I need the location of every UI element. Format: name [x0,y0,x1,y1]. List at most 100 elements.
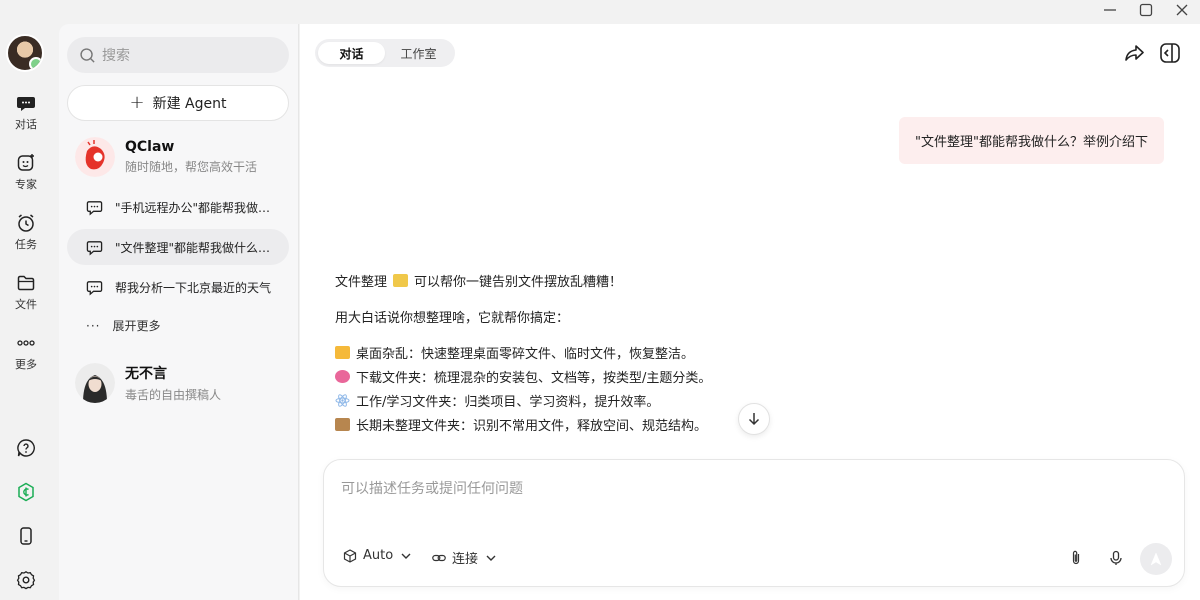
alarm-clock-icon [18,214,34,232]
toggle-panel-button[interactable] [1158,41,1182,65]
close-icon [1176,4,1188,16]
credits-button[interactable] [0,482,52,502]
conversation-title: "文件整理"都能帮我做什么？举例介绍下 [115,240,273,255]
reply-bullet-text: 下载文件夹：梳理混杂的安装包、文档等，按类型/主题分类。 [356,370,712,386]
agent-qclaw[interactable]: QClaw 随时随地，帮您高效干活 [75,137,257,177]
rail-label-expert: 专家 [15,178,37,191]
reply-bullet: 长期未整理文件夹：识别不常用文件，释放空间、规范结构。 [335,412,765,436]
folder-icon [17,275,35,291]
left-rail: 对话 专家 任务 文件 更多 [0,24,52,600]
status-badge [29,57,42,70]
agent-name-qclaw: QClaw [125,139,175,155]
rail-item-expert[interactable]: 专家 [0,153,52,192]
reply-bullet: 工作/学习文件夹：归类项目、学习资料，提升效率。 [335,388,765,412]
agent-wubuyan[interactable]: 无不言 毒舌的自由撰稿人 [75,363,221,403]
conversation-item[interactable]: 帮我分析一下北京最近的天气 [67,269,289,305]
conversation-title: 帮我分析一下北京最近的天气 [115,280,272,295]
message-icon [86,200,103,216]
user-message-bubble: "文件整理"都能帮我做什么？举例介绍下 [899,117,1164,164]
voice-button[interactable] [1106,548,1126,568]
expand-more-button[interactable]: ··· 展开更多 [86,317,160,334]
user-avatar[interactable] [6,34,44,72]
new-agent-label: 新建 Agent [152,96,227,112]
ellipsis-icon: ··· [86,318,101,333]
brain-emoji-icon [335,369,350,383]
agent-desc-qclaw: 随时随地，帮您高效干活 [125,160,258,174]
rail-label-more: 更多 [15,358,37,371]
reply-intro-prefix: 文件整理 [335,274,388,290]
rail-label-chat: 对话 [15,118,37,131]
rail-label-task: 任务 [15,238,37,251]
help-icon [17,439,35,457]
expand-more-label: 展开更多 [112,319,161,333]
message-icon [86,240,103,256]
qclaw-avatar [75,137,115,177]
rail-item-file[interactable]: 文件 [0,273,52,312]
message-composer[interactable]: 可以描述任务或提问任何问题 Auto 连接 [323,459,1185,587]
more-icon [17,340,35,346]
rail-item-task[interactable]: 任务 [0,213,52,252]
close-button[interactable] [1164,0,1200,20]
model-label: Auto [363,548,394,563]
maximize-icon [1139,3,1153,17]
reply-bullet-text: 桌面杂乱：快速整理桌面零碎文件、临时文件，恢复整洁。 [356,346,695,362]
connect-label: 连接 [452,552,479,567]
tab-chat[interactable]: 对话 [318,42,385,64]
assistant-reply: 文件整理 可以帮你一键告别文件摆放乱糟糟！ 用大白话说你想整理啥，它就帮你搞定：… [335,268,765,436]
conversation-item[interactable]: "手机远程办公"都能帮我做什么？ [67,189,289,225]
settings-icon [16,571,36,590]
composer-placeholder: 可以描述任务或提问任何问题 [341,481,523,497]
wubuyan-avatar [75,363,115,403]
reply-bullet: 桌面杂乱：快速整理桌面零碎文件、临时文件，恢复整洁。 [335,340,765,364]
search-icon [80,47,95,63]
minimize-icon [1104,9,1116,11]
folder-emoji-icon [393,273,409,287]
help-button[interactable] [0,438,52,458]
side-panel-icon [1160,43,1180,63]
tab-studio[interactable]: 工作室 [385,42,452,64]
share-button[interactable] [1123,41,1147,65]
connect-selector[interactable]: 连接 [432,548,498,567]
new-agent-button[interactable]: + 新建 Agent [67,85,289,121]
rail-item-chat[interactable]: 对话 [0,93,52,132]
atom-emoji-icon [335,393,350,407]
reply-bullet: 下载文件夹：梳理混杂的安装包、文档等，按类型/主题分类。 [335,364,765,388]
reply-intro: 文件整理 可以帮你一键告别文件摆放乱糟糟！ [335,268,765,292]
search-input[interactable]: 搜索 [67,37,289,73]
reply-bullet-text: 工作/学习文件夹：归类项目、学习资料，提升效率。 [356,394,660,410]
paperclip-icon [1072,550,1080,565]
search-placeholder: 搜索 [102,48,130,64]
reply-bullet-text: 长期未整理文件夹：识别不常用文件，释放空间、规范结构。 [356,418,708,434]
minimize-button[interactable] [1092,0,1128,20]
mode-tabs: 对话 工作室 [315,39,455,67]
chat-icon [17,97,35,111]
share-icon [1125,45,1144,61]
agent-desc-wubuyan: 毒舌的自由撰稿人 [125,388,222,402]
expert-icon [17,154,34,171]
send-button[interactable] [1140,543,1172,575]
send-icon [1150,552,1162,566]
rail-item-more[interactable]: 更多 [0,333,52,372]
rail-label-file: 文件 [15,298,37,311]
maximize-button[interactable] [1128,0,1164,20]
link-icon [432,554,446,561]
cube-icon [343,548,357,563]
arrow-down-icon [748,413,760,426]
message-icon [86,280,103,296]
scroll-to-bottom-button[interactable] [738,403,770,435]
phone-icon [20,527,32,545]
plus-icon: + [129,92,145,113]
attach-button[interactable] [1066,548,1086,568]
phone-button[interactable] [0,526,52,546]
chevron-down-icon [401,553,411,559]
reply-intro-suffix: 可以帮你一键告别文件摆放乱糟糟！ [414,274,623,290]
main-panel: 对话 工作室 "文件整理"都能帮我做什么？举例介绍下 文件整理 可以帮你一键告别… [300,24,1200,600]
settings-button[interactable] [0,570,52,590]
agent-name-wubuyan: 无不言 [125,366,167,382]
model-selector[interactable]: Auto [343,548,413,563]
sidebar: 搜索 + 新建 Agent QClaw 随时随地，帮您高效干活 "手机远程办公"… [59,24,299,600]
reply-line: 用大白话说你想整理啥，它就帮你搞定： [335,310,570,326]
conversation-item-active[interactable]: "文件整理"都能帮我做什么？举例介绍下 [67,229,289,265]
microphone-icon [1110,550,1122,565]
credits-icon [18,482,34,502]
